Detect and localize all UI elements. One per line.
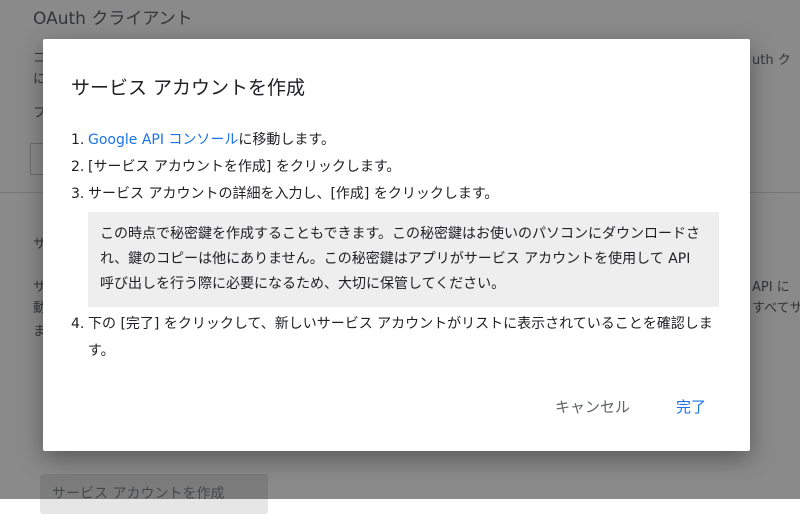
google-api-console-link[interactable]: Google API コンソール — [88, 132, 238, 148]
step-1: 1. Google API コンソールに移動します。 — [71, 127, 731, 154]
dialog-actions: キャンセル 完了 — [555, 396, 706, 417]
step-number: 1. — [71, 132, 85, 148]
dialog-title: サービス アカウントを作成 — [71, 77, 306, 99]
done-button[interactable]: 完了 — [676, 396, 706, 417]
step-text: [サービス アカウントを作成] をクリックします。 — [88, 159, 401, 175]
step-number: 4. — [71, 316, 85, 332]
step-3: 3. サービス アカウントの詳細を入力し、[作成] をクリックします。 — [71, 181, 731, 208]
step-text: Google API コンソールに移動します。 — [88, 127, 731, 154]
private-key-note: この時点で秘密鍵を作成することもできます。この秘密鍵はお使いのパソコンにダウンロ… — [88, 212, 719, 307]
steps-list: 1. Google API コンソールに移動します。 2. [サービス アカウン… — [71, 127, 731, 365]
create-service-account-dialog: サービス アカウントを作成 1. Google API コンソールに移動します。… — [43, 39, 750, 451]
step-4: 4. 下の [完了] をクリックして、新しいサービス アカウントがリストに表示さ… — [71, 311, 731, 365]
step-text: サービス アカウントの詳細を入力し、[作成] をクリックします。 — [88, 186, 499, 202]
private-key-note-item: この時点で秘密鍵を作成することもできます。この秘密鍵はお使いのパソコンにダウンロ… — [71, 212, 731, 307]
step-number: 2. — [71, 159, 85, 175]
step-2: 2. [サービス アカウントを作成] をクリックします。 — [71, 154, 731, 181]
step-number: 3. — [71, 186, 85, 202]
step-text: 下の [完了] をクリックして、新しいサービス アカウントがリストに表示されてい… — [88, 316, 713, 359]
step-1-text: に移動します。 — [238, 132, 336, 148]
cancel-button[interactable]: キャンセル — [555, 396, 630, 417]
